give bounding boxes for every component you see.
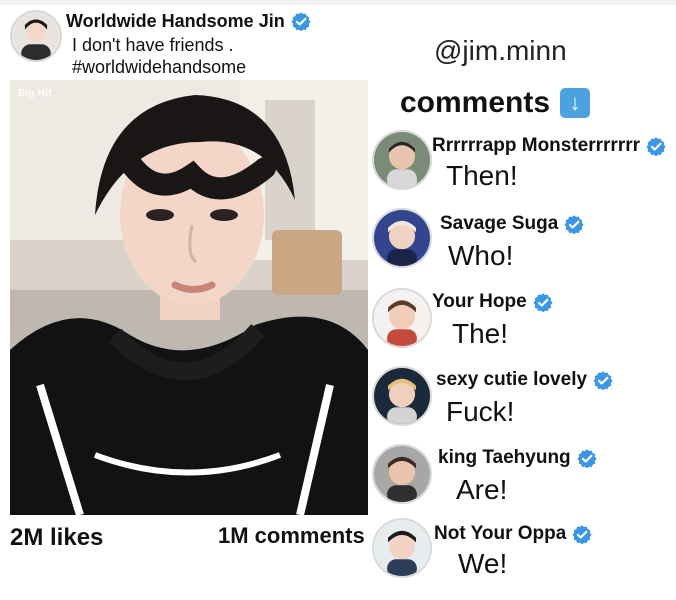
photo-watermark: Big Hit bbox=[18, 88, 52, 99]
account-handle[interactable]: @jim.minn bbox=[434, 34, 567, 68]
comment-author[interactable]: Not Your Oppa bbox=[434, 522, 592, 546]
commenter-avatar[interactable] bbox=[372, 444, 432, 504]
comment-author-name: king Taehyung bbox=[438, 447, 571, 468]
comment-author[interactable]: sexy cutie lovely bbox=[436, 368, 613, 392]
comment-author[interactable]: Your Hope bbox=[432, 290, 553, 314]
comment-text: We! bbox=[458, 548, 508, 579]
post-author-avatar[interactable] bbox=[10, 10, 62, 62]
comment-text: Who! bbox=[448, 240, 514, 271]
verified-badge-icon bbox=[593, 370, 613, 390]
comment-text: The! bbox=[452, 318, 509, 349]
comments-count[interactable]: 1M comments bbox=[218, 522, 365, 550]
commenter-avatar[interactable] bbox=[372, 208, 432, 268]
post-caption: I don't have friends . #worldwidehandsom… bbox=[72, 34, 246, 78]
comment-author-name: sexy cutie lovely bbox=[436, 369, 588, 390]
down-arrow-icon: ↓ bbox=[560, 88, 591, 118]
commenter-avatar[interactable] bbox=[372, 366, 432, 426]
verified-badge-icon bbox=[564, 214, 584, 234]
post-caption-hashtag[interactable]: #worldwidehandsome bbox=[72, 56, 246, 78]
verified-badge-icon bbox=[291, 11, 311, 31]
post-author-name[interactable]: Worldwide Handsome Jin bbox=[66, 10, 311, 32]
verified-badge-icon bbox=[577, 448, 597, 468]
comment-text: Then! bbox=[446, 160, 518, 191]
comment-text: Fuck! bbox=[446, 396, 515, 427]
comment-author-name: Your Hope bbox=[432, 291, 527, 312]
post-author-name-text: Worldwide Handsome Jin bbox=[66, 11, 285, 31]
likes-count[interactable]: 2M likes bbox=[10, 524, 103, 552]
top-border bbox=[0, 0, 676, 5]
commenter-avatar[interactable] bbox=[372, 288, 432, 348]
comment-author[interactable]: Rrrrrrapp Monsterrrrrrr bbox=[432, 134, 666, 158]
commenter-avatar[interactable] bbox=[372, 518, 432, 578]
post-caption-line-1: I don't have friends . bbox=[72, 35, 234, 55]
comment-author-name: Not Your Oppa bbox=[434, 523, 567, 544]
comments-title-text: comments bbox=[400, 86, 551, 119]
comments-title: comments ↓ bbox=[400, 86, 591, 120]
comment-author-name: Savage Suga bbox=[440, 213, 559, 234]
commenter-avatar[interactable] bbox=[372, 130, 432, 190]
comment-author-name: Rrrrrrapp Monsterrrrrrr bbox=[432, 135, 641, 156]
verified-badge-icon bbox=[646, 136, 666, 156]
verified-badge-icon bbox=[572, 524, 592, 544]
comment-author[interactable]: king Taehyung bbox=[438, 446, 597, 470]
post-photo[interactable]: Big Hit bbox=[10, 80, 368, 515]
comment-author[interactable]: Savage Suga bbox=[440, 212, 584, 236]
comment-text: Are! bbox=[456, 474, 508, 505]
verified-badge-icon bbox=[533, 292, 553, 312]
